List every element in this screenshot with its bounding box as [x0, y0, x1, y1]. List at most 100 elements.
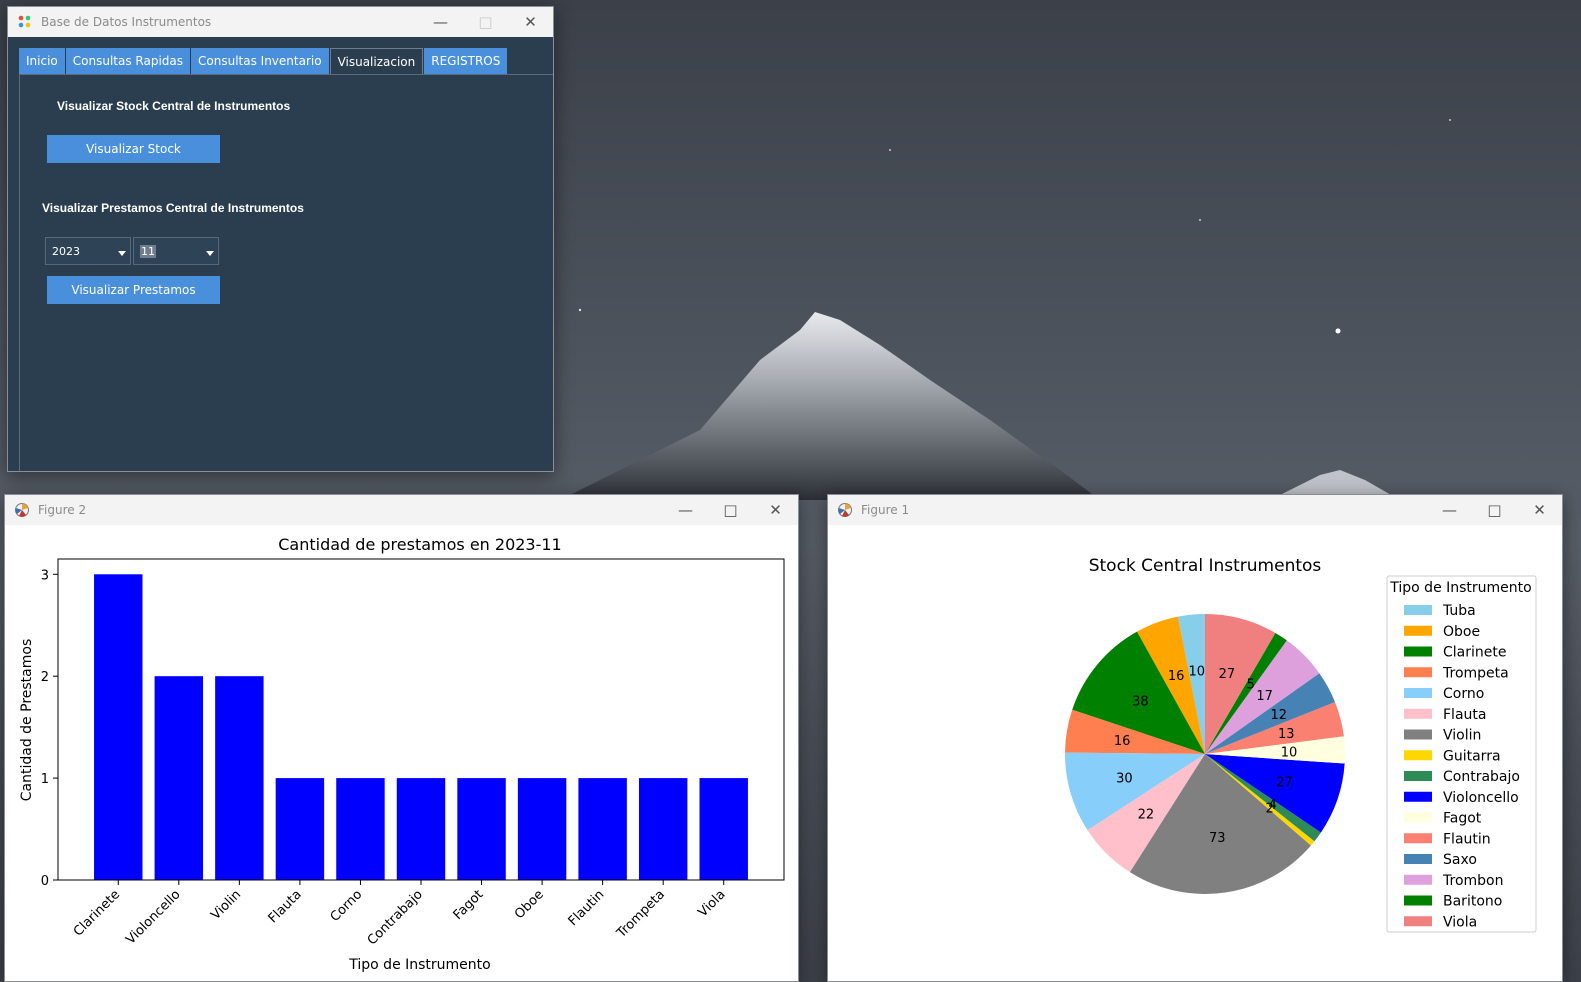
- close-icon[interactable]: ✕: [1517, 495, 1562, 525]
- slice-value-label: 73: [1209, 831, 1226, 846]
- matplotlib-icon: [837, 502, 853, 518]
- y-tick-label: 3: [41, 568, 49, 583]
- bar-flauta: [275, 778, 325, 880]
- maximize-icon[interactable]: □: [708, 495, 753, 525]
- bar-oboe: [517, 778, 567, 880]
- legend-swatch: [1404, 771, 1432, 781]
- tab-visualizacion[interactable]: Visualizacion: [329, 48, 424, 75]
- tab-inicio[interactable]: Inicio: [19, 48, 65, 74]
- x-axis-label: Tipo de Instrumento: [348, 957, 490, 973]
- slice-value-label: 16: [1168, 669, 1185, 684]
- chart-title: Stock Central Instrumentos: [1089, 556, 1322, 576]
- year-select[interactable]: 2023: [45, 237, 131, 265]
- legend-label-oboe: Oboe: [1443, 624, 1480, 640]
- month-select[interactable]: 11: [133, 237, 219, 265]
- legend-swatch: [1404, 791, 1432, 802]
- visualizacion-panel: Visualizar Stock Central de Instrumentos…: [19, 74, 553, 471]
- legend-swatch: [1404, 750, 1432, 761]
- x-tick-label: Violin: [208, 887, 244, 923]
- maximize-icon: □: [478, 13, 493, 31]
- bar-violoncello: [154, 676, 204, 880]
- figure1-titlebar[interactable]: Figure 1 — □ ✕: [828, 495, 1562, 525]
- legend-label-contrabajo: Contrabajo: [1443, 769, 1520, 785]
- x-tick-label: Contrabajo: [365, 887, 426, 948]
- bar-violin: [215, 676, 264, 880]
- stock-heading: Visualizar Stock Central de Instrumentos: [57, 99, 291, 113]
- legend-label-violin: Violin: [1443, 728, 1481, 744]
- minimize-icon[interactable]: —: [418, 7, 463, 37]
- main-app-window: Base de Datos Instrumentos — □ ✕ Inicio …: [7, 6, 554, 472]
- slice-value-label: 30: [1116, 771, 1133, 786]
- figure2-titlebar[interactable]: Figure 2 — □ ✕: [5, 495, 798, 525]
- close-icon[interactable]: ✕: [508, 7, 553, 37]
- legend-swatch: [1404, 625, 1432, 636]
- slice-value-label: 17: [1256, 689, 1273, 704]
- visualizar-stock-button[interactable]: Visualizar Stock: [47, 135, 220, 163]
- legend: Tipo de Instrumento Tuba Oboe Clarinete Tro…: [1386, 575, 1537, 933]
- main-titlebar[interactable]: Base de Datos Instrumentos — □ ✕: [8, 7, 553, 37]
- legend-label-viola: Viola: [1443, 914, 1477, 930]
- legend-label-baritono: Baritono: [1443, 894, 1502, 910]
- legend-label-trompeta: Trompeta: [1442, 665, 1509, 681]
- legend-title: Tipo de Instrumento: [1389, 580, 1531, 596]
- y-tick-label: 0: [41, 874, 49, 889]
- tab-consultas-inventario[interactable]: Consultas Inventario: [191, 48, 329, 74]
- legend-label-guitarra: Guitarra: [1443, 748, 1501, 764]
- legend-swatch: [1404, 854, 1432, 864]
- legend-label-flauta: Flauta: [1443, 707, 1486, 723]
- y-axis-label: Cantidad de Prestamos: [19, 639, 35, 801]
- slice-value-label: 38: [1132, 694, 1149, 709]
- y-tick-label: 1: [41, 772, 49, 787]
- year-select-value: 2023: [52, 244, 80, 258]
- slice-value-label: 5: [1247, 678, 1255, 693]
- x-tick-label: Trompeta: [614, 887, 668, 941]
- x-tick-label: Violoncello: [123, 887, 183, 947]
- notebook-tabs: Inicio Consultas Rapidas Consultas Inven…: [19, 48, 508, 75]
- slice-value-label: 12: [1271, 708, 1288, 723]
- bar-corno: [336, 778, 385, 880]
- slice-value-label: 10: [1281, 746, 1298, 761]
- tab-consultas-rapidas[interactable]: Consultas Rapidas: [65, 48, 191, 74]
- close-icon[interactable]: ✕: [753, 495, 798, 525]
- legend-swatch: [1404, 895, 1432, 906]
- bar-viola: [699, 778, 748, 880]
- legend-swatch: [1404, 605, 1432, 615]
- slice-value-label: 27: [1276, 775, 1293, 790]
- minimize-icon[interactable]: —: [663, 495, 708, 525]
- legend-label-trombon: Trombon: [1442, 873, 1503, 889]
- bar-fagot: [457, 778, 506, 880]
- bar-flautin: [578, 778, 627, 880]
- legend-swatch: [1404, 646, 1432, 657]
- x-tick-label: Clarinete: [71, 887, 123, 939]
- legend-swatch: [1404, 916, 1432, 927]
- chevron-down-icon: [206, 251, 214, 256]
- bar-chart-canvas: Cantidad de prestamos en 2023-11 Tipo de…: [5, 525, 798, 981]
- matplotlib-icon: [14, 502, 30, 518]
- bar-contrabajo: [396, 778, 446, 880]
- legend-label-flautin: Flautin: [1443, 831, 1491, 847]
- bar-clarinete: [94, 574, 143, 880]
- slice-value-label: 27: [1219, 667, 1236, 682]
- legend-swatch: [1404, 667, 1432, 678]
- visualizar-prestamos-button[interactable]: Visualizar Prestamos: [47, 276, 220, 304]
- pie-chart-canvas: Stock Central Instrumentos 10 16 38 16 30 22 7…: [828, 525, 1562, 981]
- maximize-icon[interactable]: □: [1472, 495, 1517, 525]
- slice-value-label: 13: [1278, 727, 1295, 742]
- slice-value-label: 10: [1189, 664, 1206, 679]
- x-tick-label: Fagot: [451, 887, 487, 923]
- x-tick-label: Oboe: [512, 887, 547, 922]
- y-tick-label: 2: [41, 670, 49, 685]
- figure2-window: Figure 2 — □ ✕ Cantidad de prestamos en …: [4, 494, 799, 982]
- legend-swatch: [1404, 874, 1432, 885]
- x-tick-label: Flauta: [266, 887, 305, 926]
- x-tick-label: Flautin: [566, 887, 608, 929]
- legend-swatch: [1404, 688, 1432, 698]
- chart-title: Cantidad de prestamos en 2023-11: [278, 535, 561, 554]
- main-client-area: Inicio Consultas Rapidas Consultas Inven…: [8, 37, 553, 471]
- tab-registros[interactable]: REGISTROS: [424, 48, 508, 74]
- minimize-icon[interactable]: —: [1427, 495, 1472, 525]
- bar-chart: Cantidad de prestamos en 2023-11 Tipo de…: [19, 535, 785, 973]
- legend-swatch: [1404, 833, 1432, 844]
- window-title: Figure 1: [861, 503, 910, 517]
- legend-label-tuba: Tuba: [1442, 603, 1476, 619]
